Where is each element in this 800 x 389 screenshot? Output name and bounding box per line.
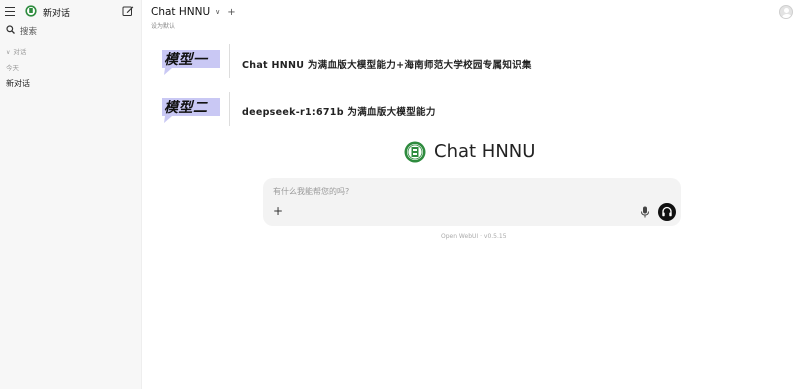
chats-section-toggle[interactable]: ∨ 对话 [6,46,26,56]
message-input-box[interactable]: 有什么我能帮您的吗? + [263,178,681,226]
sidebar-header: 新对话 [0,0,142,24]
search-label: 搜索 [20,27,38,37]
headphones-icon [662,206,672,217]
model-badge-2: 模型二 [158,92,222,124]
set-default-link[interactable]: 设为默认 [151,21,175,30]
chevron-down-icon: ∨ [215,8,221,16]
version-footer: Open WebUI · v0.5.15 [441,233,507,240]
menu-icon[interactable] [5,7,15,16]
chats-section-label: 对话 [13,48,27,56]
hnnu-logo-icon [404,141,426,163]
model-badge-1: 模型一 [158,44,222,76]
model-selector[interactable]: Chat HNNU ∨ + [151,6,236,18]
badge-label: 模型二 [164,100,208,116]
today-label: 今天 [6,64,19,72]
model-name: Chat HNNU [151,6,211,18]
microphone-icon[interactable] [640,206,650,218]
new-chat-edit-icon[interactable] [122,5,134,17]
hnnu-logo-icon [25,5,37,17]
user-avatar[interactable] [779,5,793,19]
attach-plus-icon[interactable]: + [273,205,283,217]
chat-list-item[interactable]: 新对话 [6,78,30,89]
model-description-2: deepseek-r1:671b 为满血版大模型能力 [242,107,436,118]
sidebar: 新对话 搜索 ∨ 对话 今天 新对话 [0,0,142,389]
voice-mode-button[interactable] [658,203,676,221]
model-description-1: Chat HNNU 为满血版大模型能力+海南师范大学校园专属知识集 [242,60,532,71]
message-input[interactable]: 有什么我能帮您的吗? [273,186,349,197]
add-model-icon[interactable]: + [227,7,235,18]
badge-label: 模型一 [164,52,208,68]
search-icon [6,25,15,34]
chevron-down-icon: ∨ [6,49,11,56]
hero-title: Chat HNNU [434,141,536,162]
divider [229,44,230,78]
divider [229,92,230,126]
new-chat-label[interactable]: 新对话 [43,6,70,19]
